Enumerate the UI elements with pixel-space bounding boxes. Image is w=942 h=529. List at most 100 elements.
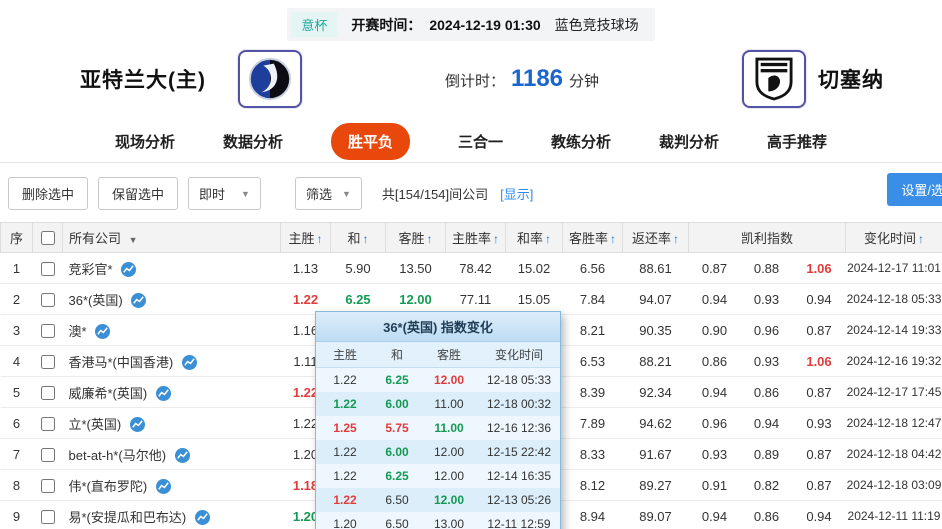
odds-trend-icon[interactable] — [95, 324, 110, 339]
popup-header-home: 主胜 — [316, 346, 374, 363]
odds-trend-icon[interactable] — [156, 479, 171, 494]
popup-row: 1.22 6.50 12.00 12-13 05:26 — [316, 488, 560, 512]
company-name[interactable]: 威廉希*(英国) — [69, 386, 148, 401]
sort-asc-icon[interactable]: ↑ — [545, 232, 551, 246]
odds-trend-icon[interactable] — [195, 510, 210, 525]
company-name[interactable]: 立*(英国) — [69, 417, 122, 432]
popup-away-odds: 11.00 — [420, 421, 478, 435]
chevron-down-icon: ▼ — [342, 189, 351, 199]
kelly-away: 0.93 — [793, 408, 846, 439]
popup-home-odds: 1.25 — [316, 421, 374, 435]
home-side: 亚特兰大(主) — [80, 50, 302, 108]
odds-trend-icon[interactable] — [130, 417, 145, 432]
company-name[interactable]: 伟*(直布罗陀) — [69, 479, 148, 494]
nav-tab[interactable]: 教练分析 — [551, 131, 611, 152]
sort-asc-icon[interactable]: ↑ — [493, 232, 499, 246]
row-checkbox[interactable] — [41, 417, 55, 431]
nav-tab[interactable]: 裁判分析 — [659, 131, 719, 152]
odds-trend-icon[interactable] — [131, 293, 146, 308]
company-name[interactable]: 澳* — [69, 324, 87, 339]
popup-row: 1.22 6.00 11.00 12-18 00:32 — [316, 392, 560, 416]
return-rate: 88.21 — [623, 346, 689, 377]
row-checkbox[interactable] — [41, 355, 55, 369]
sort-asc-icon[interactable]: ↑ — [918, 232, 924, 246]
row-seq: 7 — [1, 439, 33, 470]
filter-dropdown[interactable]: 筛选 ▼ — [295, 177, 362, 210]
away-rate: 7.89 — [563, 408, 623, 439]
header-company: 所有公司 — [69, 231, 121, 246]
row-checkbox[interactable] — [41, 448, 55, 462]
nav-tab[interactable]: 高手推荐 — [767, 131, 827, 152]
filter-label: 筛选 — [306, 184, 332, 203]
draw-odds: 6.25 — [331, 284, 386, 315]
row-checkbox[interactable] — [41, 479, 55, 493]
odds-trend-icon[interactable] — [156, 386, 171, 401]
show-link[interactable]: [显示] — [500, 184, 533, 203]
row-seq: 5 — [1, 377, 33, 408]
sort-asc-icon[interactable]: ↑ — [610, 232, 616, 246]
popup-away-odds: 12.00 — [420, 493, 478, 507]
time-mode-dropdown[interactable]: 即时 ▼ — [188, 177, 261, 210]
select-all-checkbox[interactable] — [41, 231, 55, 245]
popup-change-time: 12-15 22:42 — [478, 445, 560, 459]
chevron-down-icon: ▼ — [241, 189, 250, 199]
popup-draw-odds: 6.00 — [374, 397, 420, 411]
chevron-down-icon[interactable]: ▼ — [129, 235, 138, 245]
settings-button[interactable]: 设置/选 — [887, 173, 942, 206]
return-rate: 89.07 — [623, 501, 689, 529]
delete-selected-button[interactable]: 删除选中 — [8, 177, 88, 210]
change-time: 2024-12-17 11:01 — [846, 253, 942, 284]
sort-asc-icon[interactable]: ↑ — [673, 232, 679, 246]
odds-trend-icon[interactable] — [182, 355, 197, 370]
row-checkbox[interactable] — [41, 262, 55, 276]
header-home: 主胜 — [288, 231, 314, 246]
popup-home-odds: 1.22 — [316, 397, 374, 411]
company-name[interactable]: 36*(英国) — [69, 293, 123, 308]
kelly-draw: 0.86 — [741, 377, 793, 408]
company-name[interactable]: 竞彩官* — [69, 262, 113, 277]
header-away: 客胜 — [398, 231, 424, 246]
sort-asc-icon[interactable]: ↑ — [363, 232, 369, 246]
draw-rate: 15.05 — [506, 284, 563, 315]
company-name[interactable]: 香港马*(中国香港) — [69, 355, 174, 370]
company-name[interactable]: bet-at-h*(马尔他) — [69, 448, 167, 463]
popup-header-time: 变化时间 — [478, 346, 560, 363]
countdown-label: 倒计时： — [445, 70, 505, 91]
kelly-home: 0.87 — [689, 253, 741, 284]
kelly-away: 1.06 — [793, 346, 846, 377]
keep-selected-button[interactable]: 保留选中 — [98, 177, 178, 210]
table-row: 1 竞彩官* 1.13 5.90 13.50 78.42 15.02 6.56 … — [1, 253, 942, 284]
popup-change-time: 12-11 12:59 — [478, 517, 560, 529]
popup-draw-odds: 6.25 — [374, 373, 420, 387]
header-draw: 和 — [347, 231, 360, 246]
sort-asc-icon[interactable]: ↑ — [427, 232, 433, 246]
popup-draw-odds: 6.25 — [374, 469, 420, 483]
popup-home-odds: 1.22 — [316, 493, 374, 507]
return-rate: 94.62 — [623, 408, 689, 439]
away-rate: 8.21 — [563, 315, 623, 346]
change-time: 2024-12-16 19:32 — [846, 346, 942, 377]
nav-tab[interactable]: 现场分析 — [115, 131, 175, 152]
nav-tab[interactable]: 胜平负 — [331, 123, 410, 160]
row-checkbox[interactable] — [41, 386, 55, 400]
row-checkbox[interactable] — [41, 293, 55, 307]
kelly-away: 0.94 — [793, 501, 846, 529]
odds-trend-icon[interactable] — [121, 262, 136, 277]
row-seq: 6 — [1, 408, 33, 439]
popup-away-odds: 13.00 — [420, 517, 478, 529]
nav-tab[interactable]: 数据分析 — [223, 131, 283, 152]
row-seq: 3 — [1, 315, 33, 346]
popup-row: 1.22 6.25 12.00 12-18 05:33 — [316, 368, 560, 392]
row-checkbox[interactable] — [41, 324, 55, 338]
sort-asc-icon[interactable]: ↑ — [317, 232, 323, 246]
odds-toolbar: 删除选中 保留选中 即时 ▼ 筛选 ▼ 共[154/154]间公司 [显示] 设… — [0, 163, 942, 220]
kelly-home: 0.94 — [689, 377, 741, 408]
odds-trend-icon[interactable] — [175, 448, 190, 463]
company-name[interactable]: 易*(安提瓜和巴布达) — [69, 510, 187, 525]
popup-row: 1.22 6.25 12.00 12-14 16:35 — [316, 464, 560, 488]
kelly-draw: 0.82 — [741, 470, 793, 501]
row-checkbox[interactable] — [41, 510, 55, 524]
nav-tab[interactable]: 三合一 — [458, 131, 503, 152]
kelly-draw: 0.93 — [741, 346, 793, 377]
header-seq: 序 — [1, 223, 33, 253]
